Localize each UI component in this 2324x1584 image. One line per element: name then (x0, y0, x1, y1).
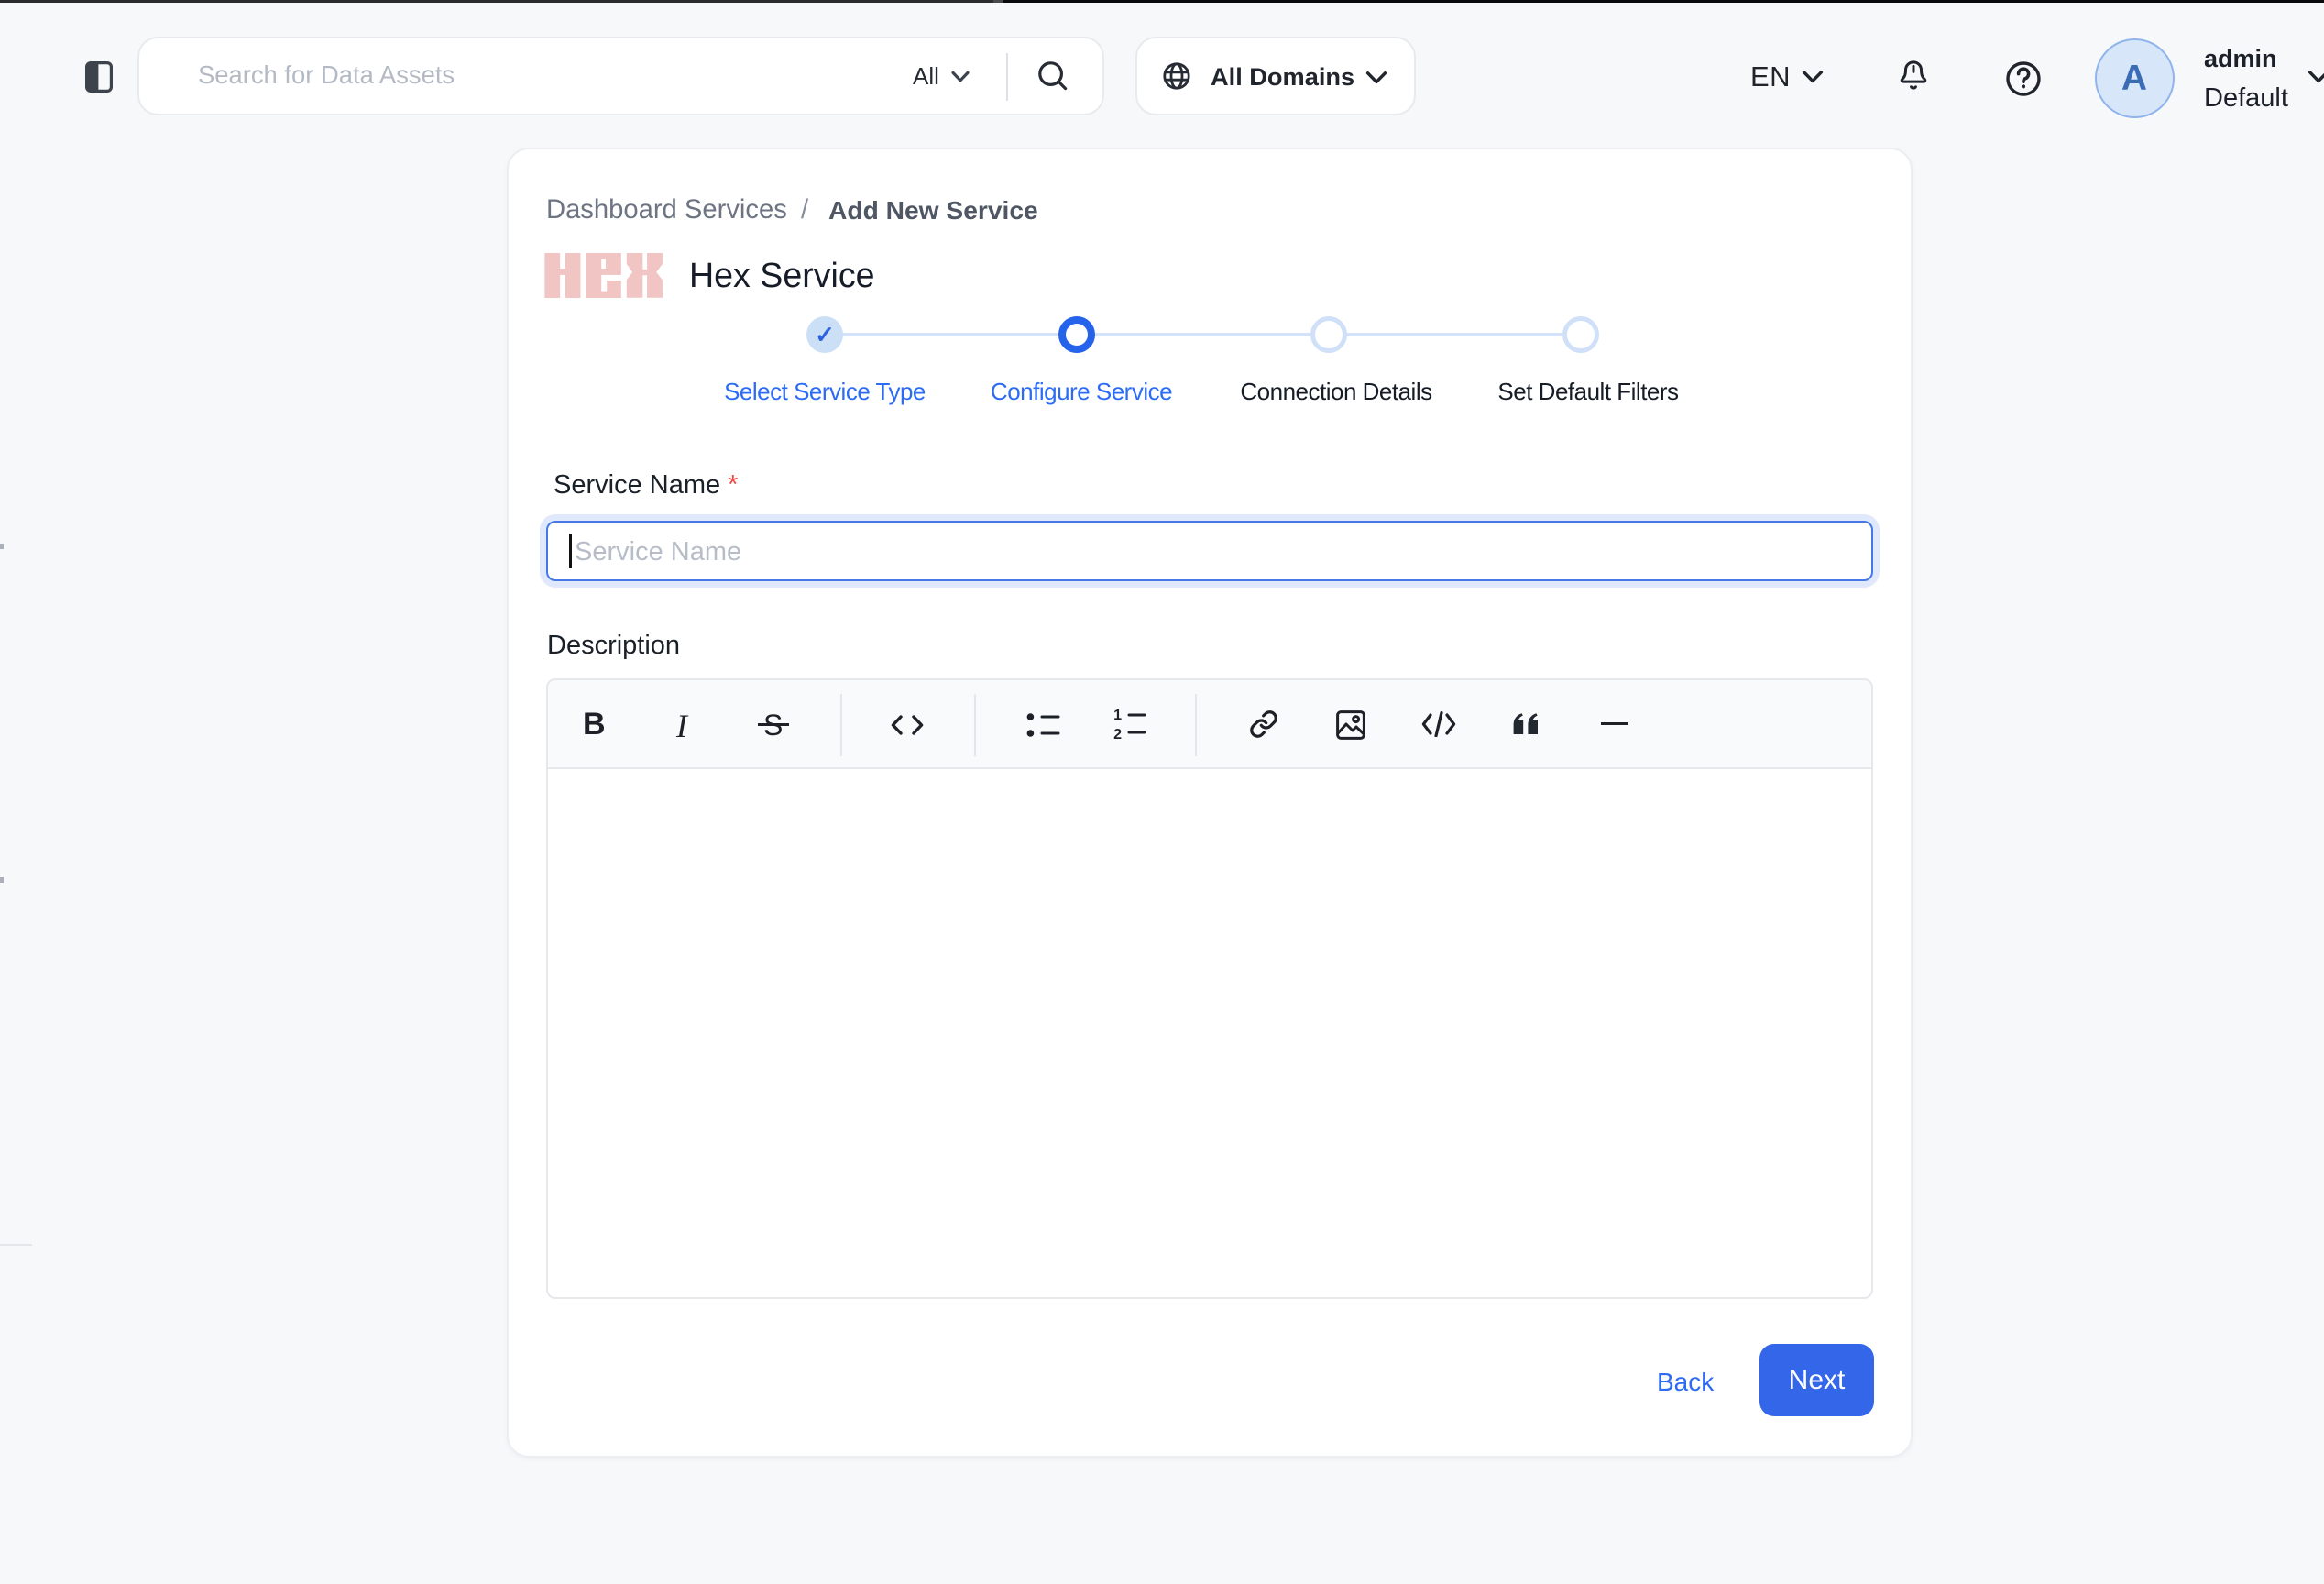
svg-text:2: 2 (1113, 727, 1122, 741)
svg-text:1: 1 (1113, 708, 1122, 723)
